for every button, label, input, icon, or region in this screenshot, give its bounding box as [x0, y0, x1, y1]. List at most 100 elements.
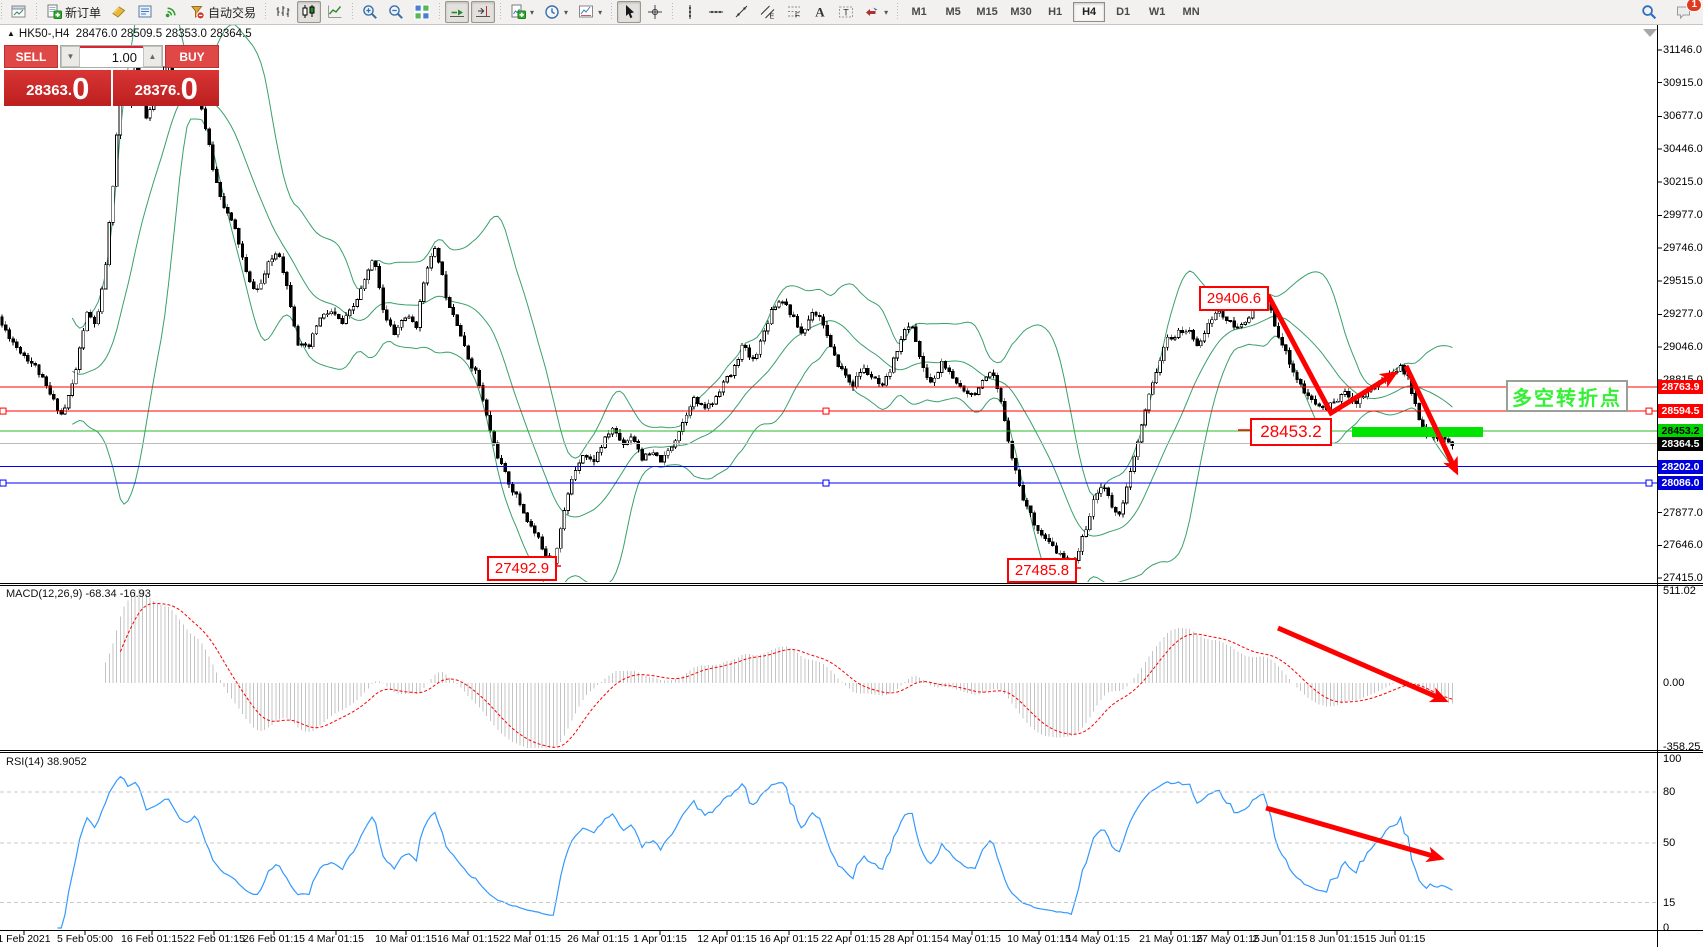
zoom-out-button[interactable]: [384, 1, 408, 23]
rsi-axis-label: 15: [1663, 897, 1676, 909]
main-chart-plot[interactable]: [0, 0, 1703, 947]
line-handle[interactable]: [0, 479, 7, 487]
time-axis-label: 27 May 01:15: [1196, 933, 1260, 945]
volume-value[interactable]: 1.00: [80, 46, 143, 67]
tile-windows-button[interactable]: [410, 1, 434, 23]
time-axis-label: 22 Apr 01:15: [821, 933, 881, 945]
macd-axis-label: 0.00: [1663, 677, 1685, 689]
trend-arrow[interactable]: [1265, 293, 1399, 417]
one-click-trading-panel: SELL ▼ 1.00 ▲ BUY 28363. 0 28376. 0: [4, 45, 219, 106]
text-tool-button[interactable]: A: [808, 1, 832, 23]
trendline-tool-button[interactable]: [730, 1, 754, 23]
timeframe-mn-button[interactable]: MN: [1175, 2, 1207, 22]
volume-increase-button[interactable]: ▲: [143, 46, 162, 67]
trendline-icon: [734, 4, 750, 20]
timeframe-h1-button[interactable]: H1: [1039, 2, 1071, 22]
line-handle[interactable]: [822, 479, 830, 487]
price-axis-label: 27415.0: [1663, 572, 1703, 584]
trend-arrow[interactable]: [1403, 364, 1459, 476]
bars-icon: [275, 4, 291, 20]
crosshair-tool-button[interactable]: [643, 1, 667, 23]
sell-price[interactable]: 28363. 0: [4, 70, 111, 106]
line-chart-mode-button[interactable]: [323, 1, 347, 23]
timeframe-d1-button[interactable]: D1: [1107, 2, 1139, 22]
line-handle[interactable]: [822, 407, 830, 415]
chart-shift-button[interactable]: [471, 1, 496, 23]
price-axis-label: 27646.0: [1663, 539, 1703, 552]
templates-icon: [578, 4, 594, 20]
price-axis-label: 29746.0: [1663, 242, 1703, 255]
toolbar-group: 新订单 自动交易: [35, 0, 264, 24]
chevron-down-icon[interactable]: ▾: [884, 8, 888, 17]
timeframe-h4-button[interactable]: H4: [1073, 2, 1106, 22]
channel-icon: E: [760, 4, 776, 20]
timeframe-m30-button[interactable]: M30: [1005, 2, 1037, 22]
market-watch-button[interactable]: [133, 1, 157, 23]
zoom-in-button[interactable]: [358, 1, 382, 23]
support-highlight-bar[interactable]: [1352, 427, 1483, 437]
auto-trading-button[interactable]: 自动交易: [185, 1, 260, 23]
arrows-icon: [864, 4, 880, 20]
timeframe-m1-button[interactable]: M1: [903, 2, 935, 22]
text-icon: A: [812, 4, 828, 20]
annotation-note[interactable]: 多空转折点: [1506, 380, 1628, 412]
new-order-button[interactable]: 新订单: [42, 1, 105, 23]
time-axis-label: 10 Mar 01:15: [375, 933, 437, 945]
vline-icon: [682, 4, 698, 20]
search-icon[interactable]: [1637, 1, 1661, 23]
equidistant-channel-tool-button[interactable]: E: [756, 1, 780, 23]
time-axis-label: 4 Mar 01:15: [307, 933, 365, 945]
sell-price-big: 0: [72, 71, 89, 106]
svg-text:E: E: [770, 14, 775, 21]
toolbar-group: [0, 0, 35, 24]
line-handle[interactable]: [1645, 407, 1653, 415]
time-axis-label: 22 Mar 01:15: [499, 933, 561, 945]
chevron-down-icon[interactable]: ▾: [598, 8, 602, 17]
metaeditor-button[interactable]: [107, 1, 131, 23]
line-handle[interactable]: [1645, 479, 1653, 487]
time-axis-label: 16 Mar 01:15: [437, 933, 499, 945]
collapse-icon[interactable]: ▲: [7, 29, 15, 38]
horizontal-line-tool-button[interactable]: [704, 1, 728, 23]
candlestick-mode-button[interactable]: [297, 1, 322, 23]
bar-chart-mode-button[interactable]: [271, 1, 295, 23]
templates-list-button[interactable]: ▾: [574, 1, 606, 23]
time-axis-label: 10 May 01:15: [1007, 933, 1071, 945]
chevron-down-icon[interactable]: ▾: [564, 8, 568, 17]
signals-button[interactable]: [159, 1, 183, 23]
time-axis-label: 5 Feb 05:00: [56, 933, 114, 945]
zoom-out-icon: [388, 4, 404, 20]
toolbar-group: ▾ ▾ ▾: [499, 0, 610, 24]
line-handle[interactable]: [0, 407, 7, 415]
price-tag: 28594.5: [1658, 404, 1703, 419]
price-callout[interactable]: 27485.8: [1007, 558, 1077, 583]
price-callout[interactable]: 29406.6: [1199, 286, 1269, 311]
price-axis-label: 30677.0: [1663, 110, 1703, 123]
macd-trend-arrow[interactable]: [1277, 625, 1449, 703]
cursor-tool-button[interactable]: [617, 1, 642, 23]
vertical-line-tool-button[interactable]: [678, 1, 702, 23]
volume-decrease-button[interactable]: ▼: [61, 46, 80, 67]
text-label-tool-button[interactable]: T: [834, 1, 858, 23]
price-callout[interactable]: 28453.2: [1250, 418, 1332, 446]
buy-button[interactable]: BUY: [165, 45, 219, 68]
fibo-icon: F: [786, 4, 802, 20]
periods-list-button[interactable]: ▾: [540, 1, 572, 23]
arrows-tool-button[interactable]: ▾: [860, 1, 892, 23]
price-callout[interactable]: 27492.9: [487, 556, 557, 581]
toolbar-group: [438, 0, 499, 24]
time-axis-label: 16 Feb 01:15: [121, 933, 183, 945]
timeframe-w1-button[interactable]: W1: [1141, 2, 1173, 22]
notifications-icon[interactable]: 1: [1671, 0, 1702, 23]
chart-window-button[interactable]: [7, 1, 31, 23]
auto-scroll-button[interactable]: [445, 1, 470, 23]
buy-price[interactable]: 28376. 0: [112, 70, 219, 106]
chevron-down-icon[interactable]: ▾: [530, 8, 534, 17]
sell-button[interactable]: SELL: [4, 45, 58, 68]
fibonacci-tool-button[interactable]: F: [782, 1, 806, 23]
buy-price-big: 0: [180, 71, 198, 106]
indicators-list-button[interactable]: ▾: [506, 1, 538, 23]
timeframe-m15-button[interactable]: M15: [971, 2, 1003, 22]
rsi-trend-arrow[interactable]: [1265, 805, 1445, 863]
timeframe-m5-button[interactable]: M5: [937, 2, 969, 22]
